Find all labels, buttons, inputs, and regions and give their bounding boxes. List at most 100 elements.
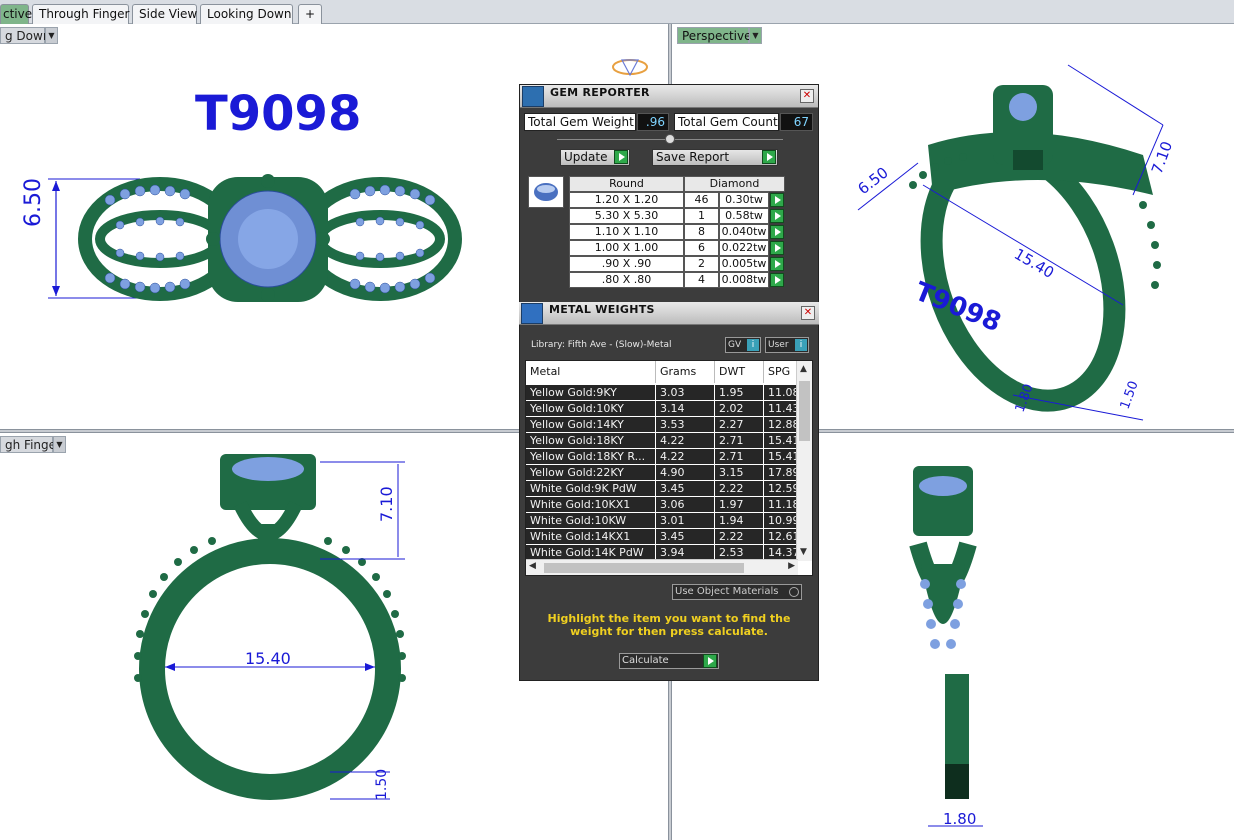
metal-name: Yellow Gold:18KY R... [526,449,656,464]
spg: 17.89 [764,465,798,480]
gem-weight: 0.005tw [719,256,769,272]
tab-looking-down[interactable]: Looking Down [200,4,293,24]
dim-label: 15.40 [1011,245,1057,282]
radio-icon [789,587,799,597]
calculate-go-icon[interactable] [703,654,717,668]
grams: 3.03 [656,385,715,400]
update-go-icon[interactable] [614,150,628,164]
gem-size: 5.30 X 5.30 [569,208,684,224]
library-label: Library: Fifth Ave - (Slow)-Metal [531,340,672,350]
dim-label: 15.40 [245,649,291,668]
scrollbar-thumb[interactable] [544,563,744,573]
grams: 4.22 [656,449,715,464]
dwt: 1.95 [715,385,764,400]
save-report-button[interactable]: Save Report [652,149,778,166]
close-icon[interactable]: ✕ [801,306,815,320]
metal-name: White Gold:14KX1 [526,529,656,544]
table-row[interactable]: Yellow Gold:18KY 4.22 2.71 15.41 [526,433,798,449]
chevron-down-icon[interactable]: ▼ [800,547,807,557]
tab-through-finger[interactable]: Through Finger [32,4,130,24]
spg: 12.61 [764,529,798,544]
use-object-materials-label: Use Object Materials [675,586,779,597]
gem-count: 4 [684,272,719,288]
save-report-go-icon[interactable] [762,150,776,164]
dwt: 3.15 [715,465,764,480]
dim-label: 7.10 [377,486,396,522]
metal-name: White Gold:10KX1 [526,497,656,512]
spg: 11.08 [764,385,798,400]
row-go-icon[interactable] [770,273,784,287]
info-icon: i [747,339,759,351]
grams: 3.53 [656,417,715,432]
metal-name: Yellow Gold:18KY [526,433,656,448]
table-header-material: Diamond [684,176,785,192]
dwt: 2.71 [715,449,764,464]
table-row[interactable]: White Gold:14KX1 3.45 2.22 12.61 [526,529,798,545]
calculate-hint: Highlight the item you want to find the … [547,612,791,638]
row-go-icon[interactable] [770,193,784,207]
spg: 15.41 [764,449,798,464]
row-go-icon[interactable] [770,225,784,239]
gem-count: 6 [684,240,719,256]
gem-reporter-titlebar[interactable]: GEM REPORTER ✕ [520,85,818,108]
grams: 3.14 [656,401,715,416]
gem-weight: 0.58tw [719,208,769,224]
horizontal-scrollbar[interactable]: ◀ ▶ [526,559,798,575]
dwt: 1.97 [715,497,764,512]
chevron-left-icon[interactable]: ◀ [529,561,536,571]
gv-label: GV [728,340,742,350]
table-row[interactable]: Yellow Gold:9KY 3.03 1.95 11.08 [526,385,798,401]
metal-weights-titlebar[interactable]: METAL WEIGHTS ✕ [519,302,819,325]
collapse-handle[interactable] [665,134,675,144]
gem-count: 46 [684,192,719,208]
update-label: Update [564,150,608,164]
table-row[interactable]: Yellow Gold:14KY 3.53 2.27 12.88 [526,417,798,433]
save-report-label: Save Report [656,150,730,164]
tab-side-view[interactable]: Side View [132,4,197,24]
total-gem-weight-value: .96 [637,113,669,131]
grams: 3.94 [656,545,715,560]
dim-label: 6.50 [854,163,891,198]
table-row[interactable]: White Gold:10KW 3.01 1.94 10.99 [526,513,798,529]
dwt: 2.27 [715,417,764,432]
gem-weight: 0.30tw [719,192,769,208]
row-go-icon[interactable] [770,241,784,255]
close-icon[interactable]: ✕ [800,89,814,103]
row-go-icon[interactable] [770,257,784,271]
metal-weights-table[interactable]: Metal Grams DWT SPG Yellow Gold:9KY 3.03 1… [525,360,813,576]
spg: 14.37 [764,545,798,560]
table-row[interactable]: Yellow Gold:10KY 3.14 2.02 11.43 [526,401,798,417]
tab-perspective[interactable]: ctive [0,4,32,24]
column-header-dwt[interactable]: DWT [715,361,764,383]
round-diamond-icon [528,176,564,208]
metal-weight-icon [521,303,543,324]
metal-name: White Gold:9K PdW [526,481,656,496]
dim-height-label: 6.50 [21,178,46,227]
total-gem-count-value: 67 [780,113,813,131]
dwt: 2.02 [715,401,764,416]
gem-report-icon [522,86,544,107]
view-tab-bar: ctive Through Finger Side View Looking D… [0,0,1234,24]
table-header-shape: Round [569,176,684,192]
grams: 3.01 [656,513,715,528]
metal-name: Yellow Gold:9KY [526,385,656,400]
vertical-scrollbar[interactable]: ▲ ▼ [796,361,812,561]
spg: 10.99 [764,513,798,528]
chevron-right-icon[interactable]: ▶ [788,561,795,571]
gem-size: 1.20 X 1.20 [569,192,684,208]
scrollbar-thumb[interactable] [799,381,810,441]
table-row[interactable]: White Gold:9K PdW 3.45 2.22 12.59 [526,481,798,497]
spg: 11.18 [764,497,798,512]
column-header-metal[interactable]: Metal [526,361,656,383]
gem-reporter-title: GEM REPORTER [550,86,650,99]
row-go-icon[interactable] [770,209,784,223]
column-header-grams[interactable]: Grams [656,361,715,383]
chevron-up-icon[interactable]: ▲ [800,364,807,374]
gv-toggle[interactable]: GV i [725,337,761,353]
table-row[interactable]: Yellow Gold:18KY R... 4.22 2.71 15.41 [526,449,798,465]
use-object-materials-toggle[interactable]: Use Object Materials [672,584,802,600]
table-row[interactable]: Yellow Gold:22KY 4.90 3.15 17.89 [526,465,798,481]
table-row[interactable]: White Gold:10KX1 3.06 1.97 11.18 [526,497,798,513]
add-tab-button[interactable]: + [298,4,322,24]
user-toggle[interactable]: User i [765,337,809,353]
